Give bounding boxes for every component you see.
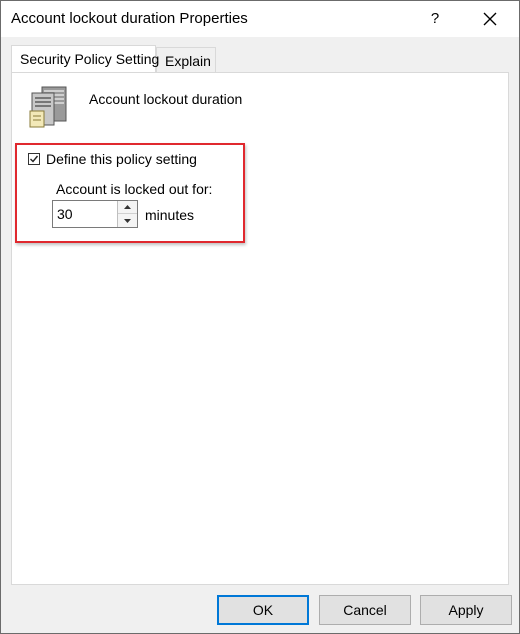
policy-name: Account lockout duration [89, 91, 243, 107]
apply-button[interactable]: Apply [420, 595, 512, 625]
tab-explain[interactable]: Explain [156, 47, 216, 72]
stepper-buttons [117, 201, 137, 227]
arrow-up-icon [124, 205, 131, 209]
close-icon [483, 12, 497, 26]
tab-security-policy-setting[interactable]: Security Policy Setting [11, 45, 159, 72]
help-button[interactable]: ? [413, 1, 457, 37]
checkmark-icon [30, 155, 39, 163]
arrow-down-icon [124, 218, 131, 223]
define-policy-label: Define this policy setting [46, 151, 197, 167]
define-policy-checkbox-row[interactable]: Define this policy setting [28, 151, 197, 167]
stepper-up-button[interactable] [118, 201, 137, 214]
duration-stepper[interactable]: 30 [52, 200, 138, 228]
server-icon [29, 86, 67, 128]
close-button[interactable] [467, 1, 513, 37]
ok-button[interactable]: OK [217, 595, 309, 625]
duration-unit-label: minutes [145, 207, 195, 223]
define-policy-checkbox[interactable] [28, 153, 40, 165]
duration-value[interactable]: 30 [57, 206, 73, 222]
lockout-duration-label: Account is locked out for: [56, 181, 213, 197]
tab-panel: Account lockout duration Define this pol… [11, 72, 509, 585]
properties-dialog: Account lockout duration Properties ? Se… [0, 0, 520, 634]
window-title: Account lockout duration Properties [11, 10, 248, 27]
title-bar[interactable]: Account lockout duration Properties ? [1, 1, 519, 37]
cancel-button[interactable]: Cancel [319, 595, 411, 625]
stepper-down-button[interactable] [118, 214, 137, 227]
